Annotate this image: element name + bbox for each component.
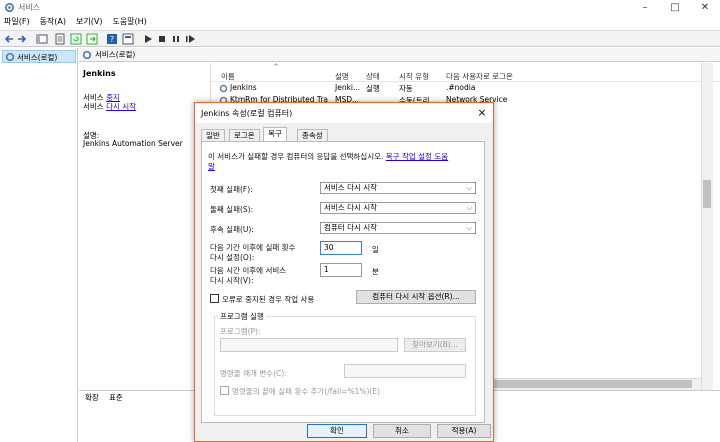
subsequent-failure-label: 후속 실패(U): [210, 225, 254, 234]
first-failure-label: 첫째 실패(F): [210, 185, 253, 194]
refresh-icon[interactable] [70, 33, 82, 45]
chevron-down-icon: ⌵ [466, 204, 472, 212]
chevron-down-icon: ⌵ [466, 224, 472, 232]
tree-node-label: 서비스(로컬) [17, 53, 58, 62]
tab-extended[interactable]: 확장 [85, 392, 99, 403]
services-gear-icon [5, 52, 15, 62]
row-desc: Jenki... [335, 83, 361, 92]
pane-header: 서비스(로컬) [79, 48, 720, 62]
first-failure-select[interactable]: 서비스 다시 시작 ⌵ [320, 182, 476, 194]
menu-view[interactable]: 보기(V) [76, 15, 102, 29]
tab-general[interactable]: 일반 [201, 129, 225, 141]
dialog-close-icon[interactable]: × [475, 106, 489, 120]
window-title: 서비스 [18, 3, 41, 12]
restart-service-icon[interactable] [184, 33, 196, 45]
cmdline-input[interactable] [344, 364, 466, 378]
stop-error-label: 오류로 중지된 경우 작업 사용 [222, 295, 315, 304]
second-failure-value: 서비스 다시 시작 [324, 203, 378, 212]
close-button[interactable]: ✕ [690, 0, 720, 15]
stop-service-icon[interactable] [156, 33, 168, 45]
menu-help[interactable]: 도움말(H) [112, 15, 146, 29]
ok-button[interactable]: 확인 [307, 424, 367, 438]
info-panel-icon[interactable] [122, 33, 134, 45]
title-bar: 서비스 – □ ✕ [0, 0, 720, 15]
services-gear-icon [4, 2, 15, 13]
program-input[interactable] [220, 338, 398, 352]
dialog-title-bar: Jenkins 속성(로컬 컴퓨터) × [195, 103, 493, 123]
tab-logon[interactable]: 로그온 [229, 129, 260, 141]
console-tree-icon[interactable] [36, 33, 48, 45]
back-arrow-icon[interactable] [3, 33, 15, 45]
menu-action[interactable]: 동작(A) [40, 15, 66, 29]
append-fail-label: 명령줄의 끝에 실패 횟수 추가(/fail=%1%)(E) [232, 387, 381, 396]
help-icon[interactable]: ? [106, 33, 118, 45]
service-gear-icon [219, 84, 228, 93]
restart-service-link[interactable]: 다시 시작 [106, 102, 136, 111]
sort-caret-icon: ^ [273, 63, 279, 71]
pause-service-icon[interactable] [170, 33, 182, 45]
row-status: 실행 [366, 84, 380, 93]
start-service-icon[interactable] [142, 33, 154, 45]
service-detail-pane: Jenkins 서비스 중지 서비스 다시 시작 설명: Jenkins Aut… [79, 63, 209, 393]
console-tree: 서비스(로컬) [0, 48, 78, 442]
subsequent-failure-select[interactable]: 컴퓨터 다시 시작 ⌵ [320, 222, 476, 234]
recovery-help-link-cont[interactable]: 말 [208, 162, 215, 171]
toolbar: ? [0, 30, 720, 47]
pane-title: 서비스(로컬) [95, 50, 136, 59]
browse-button[interactable]: 찾아보기(B)... [404, 338, 466, 352]
program-label: 프로그램(P): [220, 327, 261, 336]
row-logon: .#nodia [446, 83, 476, 92]
intro-text: 이 서비스가 실패할 경우 컴퓨터의 응답을 선택하십시오. 복구 작업 설정 … [208, 152, 478, 172]
menu-bar: 파일(F) 동작(A) 보기(V) 도움말(H) [0, 15, 720, 29]
recovery-panel: 이 서비스가 실패할 경우 컴퓨터의 응답을 선택하십시오. 복구 작업 설정 … [201, 141, 485, 423]
maximize-button[interactable]: □ [660, 0, 690, 15]
header-divider [211, 81, 720, 82]
reset-count-label-2: 다시 설정(O): [210, 253, 255, 262]
append-fail-checkbox[interactable] [220, 386, 229, 395]
stop-error-checkbox[interactable] [210, 294, 219, 303]
second-failure-label: 둘째 실패(S): [210, 205, 254, 214]
services-gear-icon [82, 50, 92, 60]
description-text: Jenkins Automation Server [83, 139, 183, 148]
menu-file[interactable]: 파일(F) [4, 15, 30, 29]
minimize-button[interactable]: – [630, 0, 660, 15]
dialog-tabs: 일반 로그온 복구 종속성 [201, 127, 491, 142]
dialog-title: Jenkins 속성(로컬 컴퓨터) [201, 109, 293, 118]
properties-dialog: Jenkins 속성(로컬 컴퓨터) × 일반 로그온 복구 종속성 이 서비스… [194, 102, 494, 442]
cancel-button[interactable]: 취소 [373, 424, 431, 438]
cmdline-label: 명령줄 매개 변수(C): [220, 369, 287, 378]
vertical-scrollbar[interactable] [701, 63, 713, 393]
restart-minutes-input[interactable]: 1 [320, 263, 362, 277]
tab-standard[interactable]: 표준 [109, 392, 123, 403]
restart-delay-label-2: 다시 시작(V): [210, 276, 254, 285]
reset-days-input[interactable]: 30 [320, 241, 362, 255]
vertical-scroll-thumb[interactable] [703, 180, 711, 208]
restart-prefix: 서비스 [83, 102, 107, 111]
reset-days-unit: 일 [372, 245, 379, 254]
second-failure-select[interactable]: 서비스 다시 시작 ⌵ [320, 202, 476, 214]
table-row[interactable]: Jenkins Jenki... 실행 자동 .#nodia [211, 83, 531, 94]
svg-text:?: ? [110, 35, 114, 44]
apply-button[interactable]: 적용(A) [437, 424, 491, 438]
restart-minutes-unit: 분 [372, 267, 379, 276]
properties-sheet-icon[interactable] [54, 33, 66, 45]
service-name: Jenkins [83, 69, 116, 78]
tab-dependencies[interactable]: 종속성 [297, 129, 328, 141]
program-group-title: 프로그램 실행 [218, 311, 266, 322]
intro-sentence: 이 서비스가 실패할 경우 컴퓨터의 응답을 선택하십시오. [208, 152, 384, 161]
tab-recovery[interactable]: 복구 [263, 127, 287, 142]
restart-options-button[interactable]: 컴퓨터 다시 시작 옵션(R)... [356, 290, 476, 304]
row-name: Jenkins [230, 83, 257, 92]
chevron-down-icon: ⌵ [466, 184, 472, 192]
recovery-help-link[interactable]: 복구 작업 설정 도움 [386, 152, 448, 161]
export-list-icon[interactable] [86, 33, 98, 45]
subsequent-failure-value: 컴퓨터 다시 시작 [324, 223, 378, 232]
tree-node-services-local[interactable]: 서비스(로컬) [2, 50, 76, 63]
restart-line: 서비스 다시 시작 [83, 101, 136, 112]
first-failure-value: 서비스 다시 시작 [324, 183, 378, 192]
forward-arrow-icon[interactable] [16, 33, 28, 45]
row-start: 자동 [399, 84, 413, 93]
